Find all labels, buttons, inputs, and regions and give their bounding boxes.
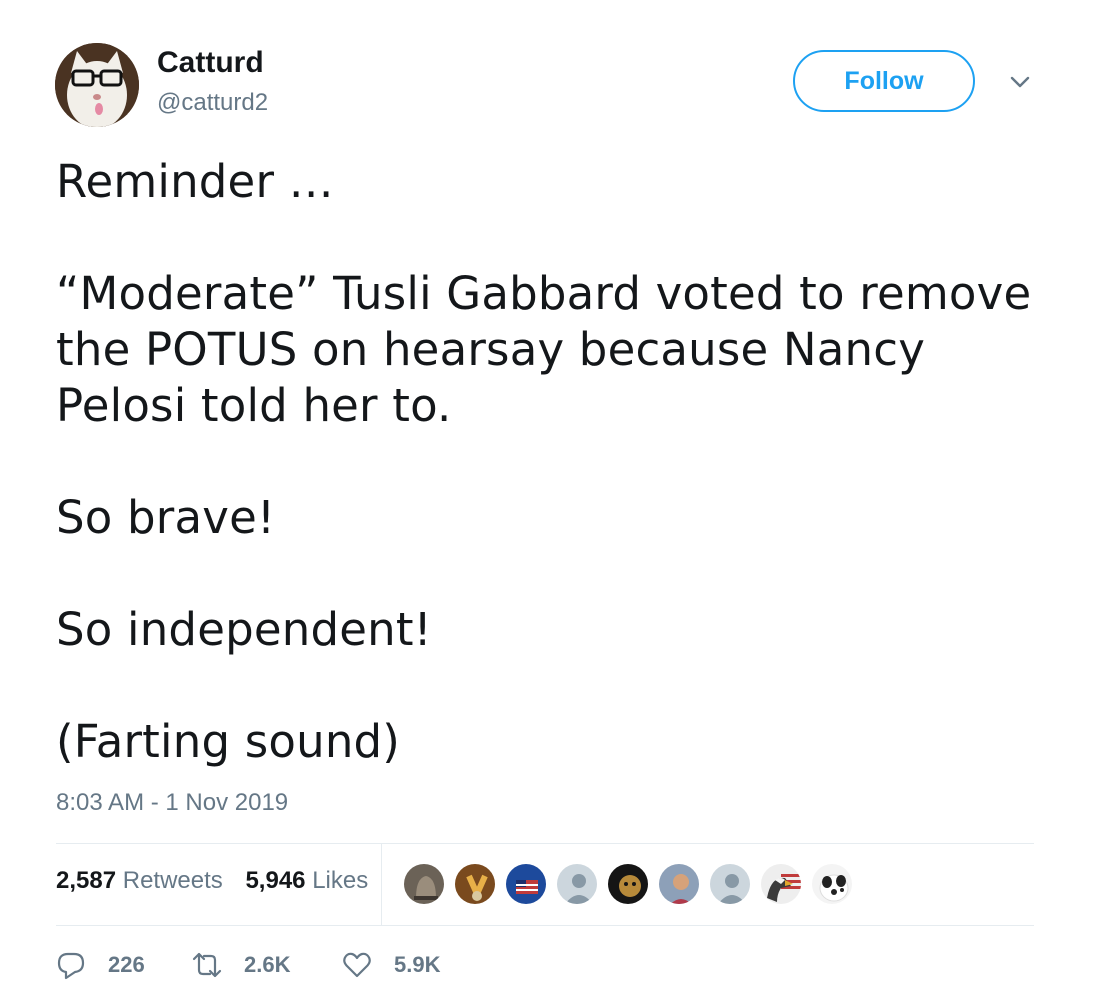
liker-avatar[interactable] — [759, 862, 803, 906]
reply-icon — [57, 952, 85, 980]
divider — [56, 843, 1034, 844]
tweet-paragraph: Reminder … — [56, 155, 334, 208]
retweets-count: 2,587 — [56, 867, 117, 894]
liker-avatar[interactable] — [555, 862, 599, 906]
cat-avatar-image — [55, 43, 139, 127]
like-button[interactable]: 5.9K — [342, 950, 440, 980]
tweet-paragraph: “Moderate” Tusli Gabbard voted to remove… — [56, 267, 1032, 432]
like-count: 5.9K — [394, 952, 441, 977]
likes-count: 5,946 — [245, 867, 306, 894]
divider — [381, 843, 382, 925]
tweet-stats: 2,587 Retweets 5,946 Likes — [56, 867, 368, 895]
liker-avatar[interactable] — [657, 862, 701, 906]
liker-avatar[interactable] — [504, 862, 548, 906]
tweet-timestamp[interactable]: 8:03 AM - 1 Nov 2019 — [56, 789, 288, 817]
tweet-paragraph: So independent! — [56, 603, 432, 656]
heart-icon — [343, 952, 371, 978]
chevron-down-icon[interactable] — [1006, 72, 1034, 92]
avatar[interactable] — [55, 43, 139, 127]
likes-label: Likes — [312, 867, 369, 894]
follow-button[interactable]: Follow — [793, 50, 975, 112]
tweet-text: Reminder … “Moderate” Tusli Gabbard vote… — [56, 154, 1046, 770]
retweet-icon — [192, 952, 222, 978]
liker-avatar[interactable] — [810, 862, 854, 906]
retweets-label: Retweets — [122, 867, 223, 894]
retweet-count: 2.6K — [244, 952, 291, 977]
tweet-actions: 226 2.6K 5.9K — [56, 950, 440, 980]
liker-avatar[interactable] — [453, 862, 497, 906]
display-name[interactable]: Catturd — [157, 46, 264, 80]
user-handle[interactable]: @catturd2 — [157, 89, 268, 117]
tweet-paragraph: (Farting sound) — [56, 715, 401, 768]
reply-count: 226 — [108, 952, 145, 977]
tweet-paragraph: So brave! — [56, 491, 276, 544]
retweet-button[interactable]: 2.6K — [192, 950, 342, 980]
retweets-stat[interactable]: 2,587 Retweets — [56, 867, 223, 895]
liker-avatar[interactable] — [606, 862, 650, 906]
divider — [56, 925, 1034, 926]
reply-button[interactable]: 226 — [56, 950, 192, 980]
liker-avatar[interactable] — [708, 862, 752, 906]
liker-avatar[interactable] — [402, 862, 446, 906]
likes-stat[interactable]: 5,946 Likes — [245, 867, 368, 895]
